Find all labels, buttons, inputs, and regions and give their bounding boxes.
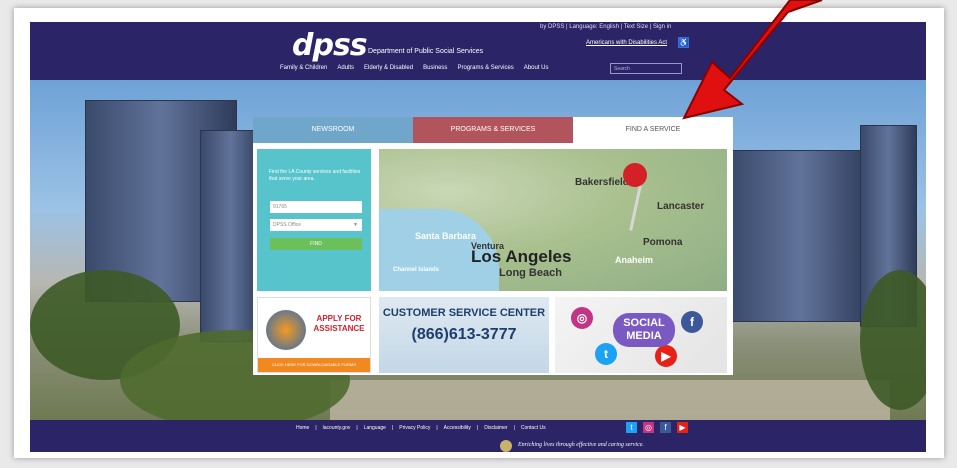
nav-item-business[interactable]: Business	[423, 65, 447, 71]
map-label-channel-islands: Channel Islands	[393, 267, 440, 273]
tab-newsroom[interactable]: NEWSROOM	[253, 117, 413, 143]
map-label-pomona: Pomona	[643, 237, 683, 248]
nav-item-adults[interactable]: Adults	[337, 65, 354, 71]
map-pin-icon	[623, 163, 647, 187]
social-media-title: SOCIAL MEDIA	[613, 313, 675, 347]
map-label-anaheim: Anaheim	[615, 255, 654, 265]
ada-link[interactable]: Americans with Disabilities Act	[586, 40, 667, 46]
footer-social-icons: t ◎ f ▶	[626, 422, 688, 433]
nav-item-about-us[interactable]: About Us	[524, 65, 549, 71]
zip-input[interactable]: 91765	[270, 201, 362, 213]
footer-separator: |	[391, 425, 394, 431]
youtube-icon[interactable]: ▶	[655, 345, 677, 367]
footer-separator: |	[356, 425, 358, 431]
apply-now-badge-icon	[266, 310, 306, 350]
footer-link-accessibility[interactable]: Accessibility	[444, 425, 471, 431]
map-pin-needle	[629, 185, 642, 231]
red-arrow-annotation	[682, 0, 823, 120]
site-footer: Home | lacounty.gov | Language | Privacy…	[30, 420, 926, 452]
office-select[interactable]: DPSS Office ▼	[270, 219, 362, 231]
nav-item-programs-services[interactable]: Programs & Services	[457, 65, 513, 71]
instagram-icon[interactable]: ◎	[571, 307, 593, 329]
map-label-los-angeles: Los Angeles	[471, 247, 572, 266]
chevron-down-icon: ▼	[353, 222, 358, 228]
youtube-icon[interactable]: ▶	[677, 422, 688, 433]
plaza	[330, 380, 890, 420]
county-seal-icon	[500, 440, 512, 452]
tab-programs-services[interactable]: PROGRAMS & SERVICES	[413, 117, 573, 143]
main-nav: Family & Children Adults Elderly & Disab…	[280, 65, 548, 71]
twitter-icon[interactable]: t	[626, 422, 637, 433]
apply-for-assistance-text: APPLY FOR ASSISTANCE	[313, 314, 365, 333]
footer-links: Home | lacounty.gov | Language | Privacy…	[296, 425, 546, 431]
customer-service-title: CUSTOMER SERVICE CENTER	[382, 307, 546, 319]
office-select-value: DPSS Office	[273, 222, 301, 228]
map-label-santa-barbara: Santa Barbara	[415, 231, 477, 241]
footer-link-privacy[interactable]: Privacy Policy	[399, 425, 430, 431]
footer-link-contact[interactable]: Contact Us	[521, 425, 546, 431]
la-county-map[interactable]: Bakersfield Lancaster Santa Barbara Vent…	[379, 149, 727, 291]
twitter-icon[interactable]: t	[595, 343, 617, 365]
social-media-banner[interactable]: ◎ f t ▶ SOCIAL MEDIA	[555, 297, 727, 373]
footer-link-disclaimer[interactable]: Disclaimer	[484, 425, 507, 431]
customer-service-center-banner[interactable]: CUSTOMER SERVICE CENTER (866)613-3777	[379, 297, 549, 373]
dpss-logo[interactable]: dpss	[292, 28, 368, 63]
footer-tagline: Enriching lives through effective and ca…	[518, 442, 644, 448]
footer-link-lacounty[interactable]: lacounty.gov	[323, 425, 351, 431]
red-arrow-shape	[682, 0, 823, 120]
utility-links[interactable]: by DPSS | Language: English | Text Size …	[540, 24, 671, 30]
building-right	[730, 150, 872, 322]
nav-item-elderly-disabled[interactable]: Elderly & Disabled	[364, 65, 413, 71]
footer-link-language[interactable]: Language	[364, 425, 386, 431]
customer-service-phone: (866)613-3777	[411, 326, 517, 343]
find-button[interactable]: FIND	[270, 238, 362, 250]
facebook-icon[interactable]: f	[660, 422, 671, 433]
service-finder: Find the LA County services and faciliti…	[257, 149, 371, 291]
apply-for-assistance-banner[interactable]: APPLY FOR ASSISTANCE CLICK HERE FOR DOWN…	[257, 297, 371, 373]
instagram-icon[interactable]: ◎	[643, 422, 654, 433]
footer-separator: |	[513, 425, 515, 431]
finder-description: Find the LA County services and faciliti…	[269, 169, 361, 182]
footer-separator: |	[315, 425, 317, 431]
service-panel: NEWSROOM PROGRAMS & SERVICES FIND A SERV…	[253, 117, 733, 375]
map-label-long-beach: Long Beach	[499, 267, 562, 279]
footer-separator: |	[436, 425, 438, 431]
footer-link-home[interactable]: Home	[296, 425, 309, 431]
map-label-bakersfield: Bakersfield	[575, 177, 629, 188]
footer-separator: |	[476, 425, 479, 431]
downloadable-forms-link[interactable]: CLICK HERE FOR DOWNLOADABLE FORMS	[258, 358, 370, 372]
map-label-lancaster: Lancaster	[657, 201, 705, 212]
nav-item-family-children[interactable]: Family & Children	[280, 65, 327, 71]
department-name: Department of Public Social Services	[368, 48, 484, 55]
facebook-icon[interactable]: f	[681, 311, 703, 333]
